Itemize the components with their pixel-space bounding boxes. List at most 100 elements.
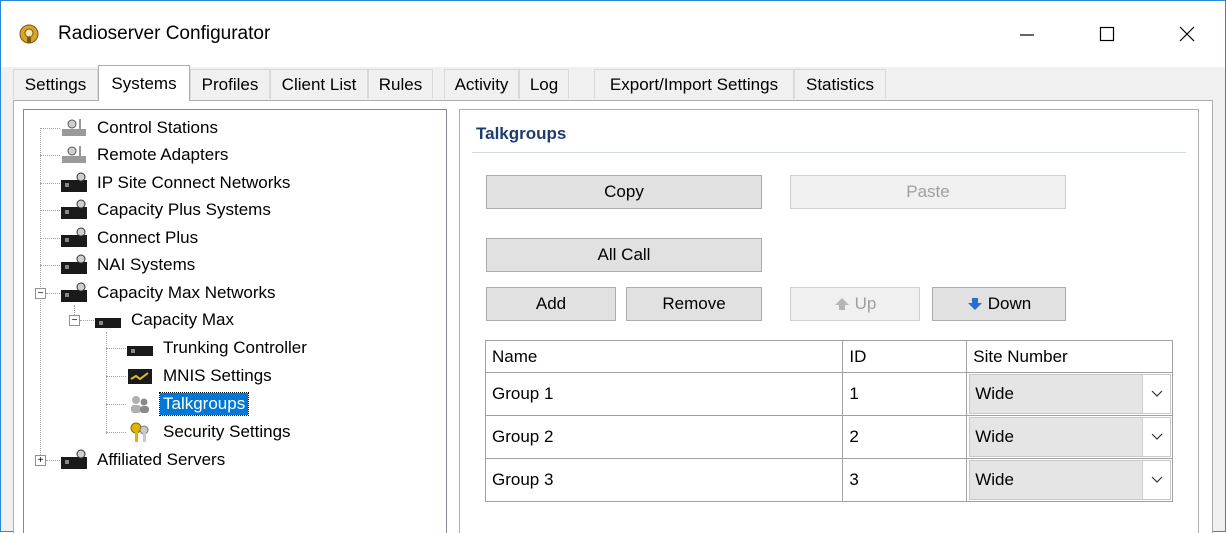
tree-item-capacity-plus-systems[interactable]: Capacity Plus Systems [60,197,274,223]
tab-statistics[interactable]: Statistics [794,69,886,99]
chevron-down-icon[interactable] [1142,418,1170,456]
tab-label: Rules [378,74,423,94]
section-divider [472,152,1186,153]
talkgroups-table: Name ID Site Number Group 1 1 Wide Group… [484,340,1173,502]
tree-item-capacity-max-networks[interactable]: Capacity Max Networks [60,280,279,306]
tree-label: IP Site Connect Networks [97,173,291,192]
tree-connector [106,376,126,377]
table-header-row: Name ID Site Number [484,340,1173,373]
up-button[interactable]: Up [790,287,920,321]
column-header-id[interactable]: ID [842,340,968,373]
tree-connector [106,348,126,349]
collapse-toggle[interactable]: − [69,315,80,326]
button-label: All Call [597,245,651,264]
tree-label: Remote Adapters [97,145,229,164]
tree-item-connect-plus[interactable]: Connect Plus [60,225,201,251]
table-row[interactable]: Group 2 2 Wide [484,415,1173,459]
column-header-name[interactable]: Name [484,340,844,373]
tree-label: Affiliated Servers [97,450,226,469]
site-number-dropdown[interactable]: Wide [969,374,1171,414]
network-icon [61,227,87,247]
tab-log[interactable]: Log [519,69,569,99]
tree-connector [46,293,60,294]
button-label: Remove [662,294,726,313]
id-cell[interactable]: 1 [842,372,968,416]
tab-client-list[interactable]: Client List [270,69,368,99]
radio-station-icon [62,146,86,163]
tree-item-ip-site-connect-networks[interactable]: IP Site Connect Networks [60,170,293,196]
name-cell[interactable]: Group 3 [484,458,844,502]
remove-button[interactable]: Remove [626,287,762,321]
network-icon [127,346,153,356]
site-number-cell[interactable]: Wide [966,415,1173,459]
tree-item-talkgroups[interactable]: Talkgroups [126,391,250,417]
tab-activity[interactable]: Activity [444,69,519,99]
tab-label: Activity [454,74,509,94]
site-number-cell[interactable]: Wide [966,458,1173,502]
name-cell[interactable]: Group 2 [484,415,844,459]
close-button[interactable] [1167,19,1207,49]
id-cell[interactable]: 3 [842,458,968,502]
tree-connector [40,155,60,156]
down-button[interactable]: Down [932,287,1066,321]
copy-button[interactable]: Copy [486,175,762,209]
name-cell[interactable]: Group 1 [484,372,844,416]
tree-connector [40,183,60,184]
chevron-down-icon[interactable] [1142,375,1170,413]
radio-station-icon [62,119,86,136]
dropdown-value: Wide [975,384,1014,403]
tree-label: NAI Systems [97,255,196,274]
tree-connector [40,210,60,211]
network-icon [61,449,87,469]
systems-tree[interactable]: − − + Control Stations Remote Adapters I… [23,109,447,533]
keys-icon [130,422,149,442]
table-row[interactable]: Group 1 1 Wide [484,372,1173,416]
collapse-toggle[interactable]: − [35,288,46,299]
expand-toggle[interactable]: + [35,455,46,466]
tree-label: Control Stations [97,118,218,137]
tab-label: Log [529,74,559,94]
tree-connector [40,265,60,266]
tree-connector [40,128,60,129]
table-row[interactable]: Group 3 3 Wide [484,458,1173,502]
title-bar: Radioserver Configurator [1,1,1225,67]
tree-item-trunking-controller[interactable]: Trunking Controller [126,335,310,361]
id-cell[interactable]: 2 [842,415,968,459]
tab-export-import-settings[interactable]: Export/Import Settings [594,69,794,99]
site-number-cell[interactable]: Wide [966,372,1173,416]
tree-item-control-stations[interactable]: Control Stations [60,115,221,141]
tab-systems[interactable]: Systems [98,65,190,101]
site-number-dropdown[interactable]: Wide [969,460,1171,500]
tab-settings[interactable]: Settings [13,69,98,99]
tree-item-remote-adapters[interactable]: Remote Adapters [60,142,231,168]
tab-label: Systems [111,73,177,93]
dropdown-value: Wide [975,470,1014,489]
tree-item-affiliated-servers[interactable]: Affiliated Servers [60,447,228,473]
monitor-icon [128,369,152,384]
paste-button[interactable]: Paste [790,175,1066,209]
tree-item-nai-systems[interactable]: NAI Systems [60,252,198,278]
button-label: Down [987,294,1032,313]
add-button[interactable]: Add [486,287,616,321]
talkgroups-panel: Talkgroups Copy Paste All Call Add Remov… [459,109,1199,533]
all-call-button[interactable]: All Call [486,238,762,272]
tree-item-capacity-max[interactable]: Capacity Max [94,307,237,333]
tab-profiles[interactable]: Profiles [190,69,270,99]
tree-connector [80,320,94,321]
column-header-site-number[interactable]: Site Number [966,340,1173,373]
tab-label: Export/Import Settings [609,74,779,94]
tab-label: Profiles [201,74,259,94]
tree-label: Capacity Plus Systems [97,200,271,219]
radioserver-app-icon [18,23,40,45]
tab-label: Statistics [805,74,875,94]
tree-item-security-settings[interactable]: Security Settings [126,419,294,445]
tree-connector [106,432,126,433]
section-title: Talkgroups [476,124,567,143]
maximize-button[interactable] [1087,19,1127,49]
chevron-down-icon[interactable] [1142,461,1170,499]
button-label: Up [854,294,877,313]
tab-rules[interactable]: Rules [368,69,433,99]
minimize-button[interactable] [1007,19,1047,49]
site-number-dropdown[interactable]: Wide [969,417,1171,457]
tree-item-mnis-settings[interactable]: MNIS Settings [126,363,275,389]
